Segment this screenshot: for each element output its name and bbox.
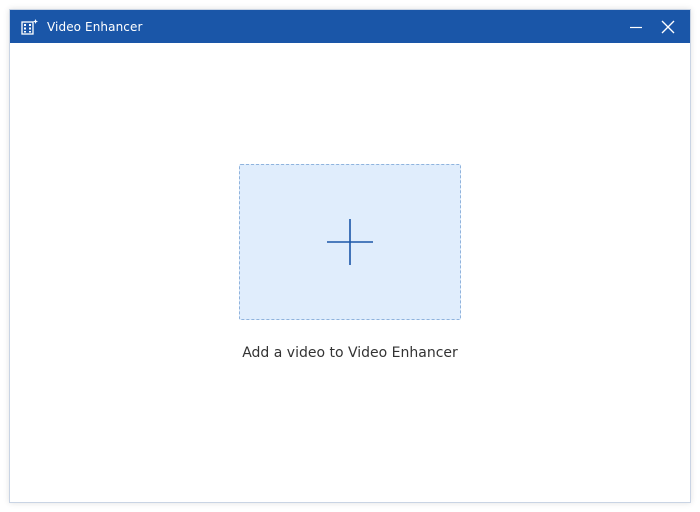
title-bar[interactable]: Video Enhancer bbox=[10, 10, 690, 43]
window-title: Video Enhancer bbox=[47, 19, 143, 34]
app-window: Video Enhancer Add a video to Video Enha… bbox=[9, 9, 691, 503]
add-video-hint: Add a video to Video Enhancer bbox=[242, 345, 458, 361]
add-video-drop-zone[interactable] bbox=[239, 164, 461, 320]
minimize-button[interactable] bbox=[620, 10, 652, 43]
plus-icon bbox=[327, 219, 373, 265]
minimize-icon bbox=[630, 26, 642, 28]
main-content: Add a video to Video Enhancer bbox=[10, 43, 690, 502]
close-icon bbox=[661, 20, 675, 33]
video-enhancer-app-icon bbox=[21, 18, 39, 36]
close-button[interactable] bbox=[652, 10, 684, 43]
